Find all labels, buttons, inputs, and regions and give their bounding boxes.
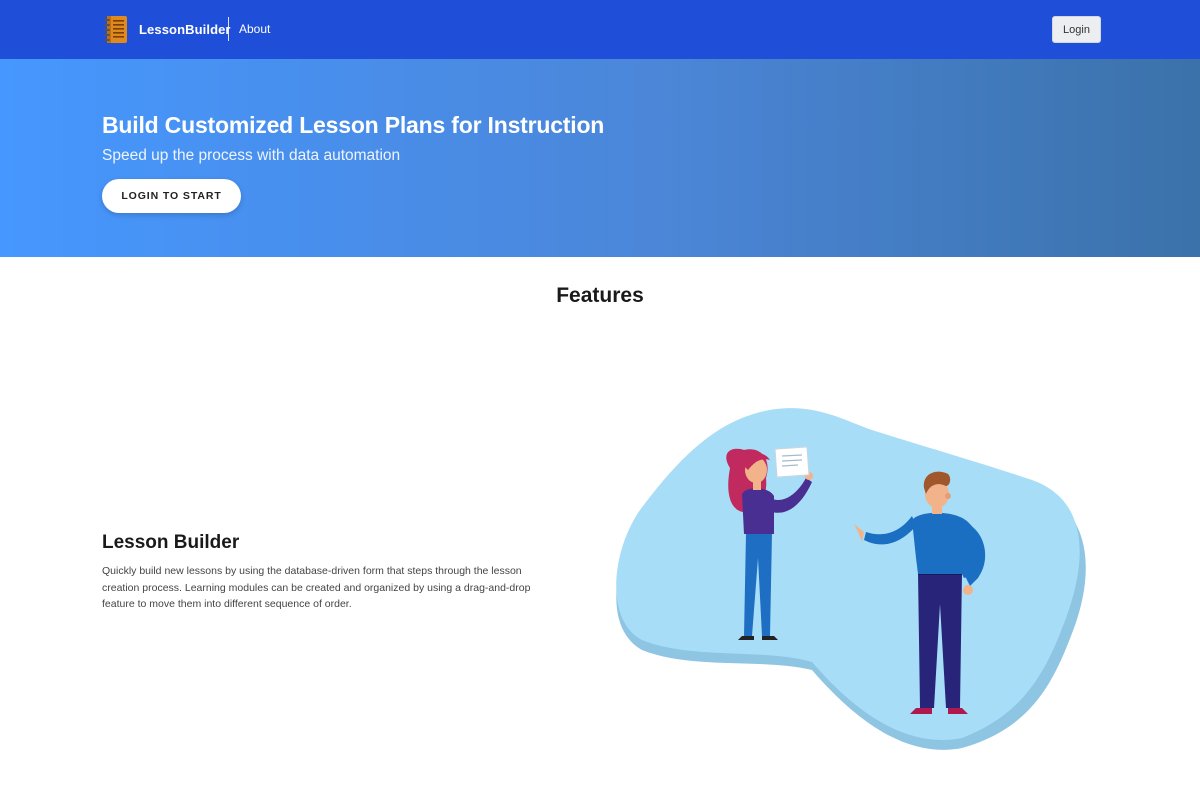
top-navbar: LessonBuilder About Login	[0, 0, 1200, 59]
login-to-start-button[interactable]: LOGIN TO START	[102, 179, 241, 213]
hero-subtitle: Speed up the process with data automatio…	[102, 147, 401, 164]
hero-title: Build Customized Lesson Plans for Instru…	[102, 112, 605, 138]
brand-name: LessonBuilder	[139, 22, 231, 37]
notebook-icon	[104, 16, 127, 43]
two-people-presenting-illustration	[616, 408, 1086, 750]
features-heading: Features	[556, 284, 644, 307]
feature-title: Lesson Builder	[102, 532, 240, 553]
blob-background	[616, 408, 1080, 740]
nav-about-link[interactable]: About	[239, 22, 270, 36]
feature-description: Quickly build new lessons by using the d…	[102, 565, 531, 610]
brand-link[interactable]: LessonBuilder	[104, 15, 231, 44]
hero-banner: Build Customized Lesson Plans for Instru…	[0, 59, 1200, 257]
nav-divider	[228, 17, 229, 41]
login-button[interactable]: Login	[1052, 16, 1101, 43]
